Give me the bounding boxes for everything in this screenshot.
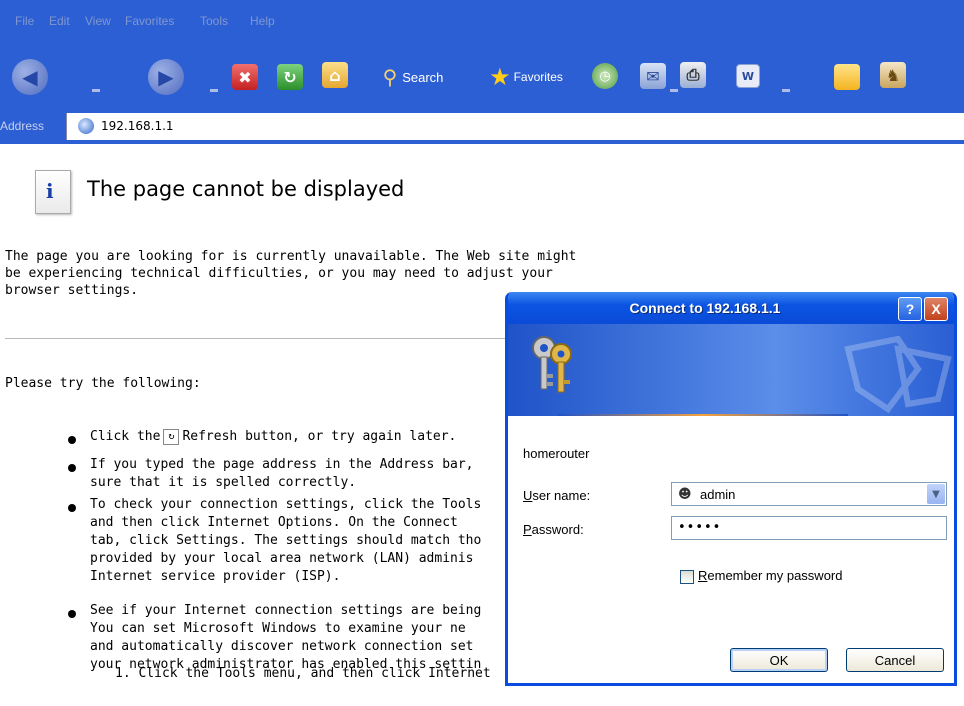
mail-icon: ✉: [646, 66, 660, 86]
refresh-icon: ↻: [283, 67, 297, 87]
ok-button[interactable]: OK: [730, 648, 828, 672]
password-field[interactable]: •••••: [671, 516, 947, 540]
help-button[interactable]: ?: [898, 297, 922, 321]
address-label: Address: [0, 119, 45, 133]
favorites-label: Favorites: [513, 70, 563, 84]
numbered-step: 1. Click the Tools menu, and then click …: [115, 666, 491, 681]
password-label-text: assword:: [531, 522, 584, 537]
search-label: Search: [402, 69, 444, 85]
bullet-text: tab, click Settings. The settings should…: [90, 533, 482, 548]
dialog-titlebar[interactable]: Connect to 192.168.1.1 ? X: [508, 292, 954, 324]
keys-icon: [532, 336, 572, 393]
mail-dropdown-icon[interactable]: [670, 89, 678, 92]
bullet-text: and automatically discover network conne…: [90, 639, 474, 654]
menu-edit[interactable]: Edit: [49, 14, 70, 28]
folder-button[interactable]: [834, 64, 860, 90]
word-edit-icon: W: [741, 69, 755, 83]
search-icon: ⚲: [382, 65, 398, 89]
password-value: •••••: [678, 520, 722, 535]
forward-button[interactable]: ▶: [148, 59, 184, 95]
address-bar: Address 192.168.1.1: [0, 110, 964, 144]
cancel-button[interactable]: Cancel: [846, 648, 944, 672]
messenger-icon: ♞: [885, 65, 901, 85]
menu-view[interactable]: View: [85, 14, 111, 28]
refresh-button[interactable]: ↻: [277, 64, 303, 90]
username-combobox[interactable]: ☻ admin ▼: [671, 482, 947, 506]
menu-help[interactable]: Help: [250, 14, 275, 28]
close-icon: X: [931, 301, 941, 317]
back-arrow-icon: ◀: [22, 65, 38, 89]
bullet-marker: [68, 464, 76, 472]
edit-button[interactable]: W: [736, 64, 760, 88]
help-icon: ?: [905, 301, 915, 317]
user-icon: ☻: [678, 487, 692, 502]
mail-button[interactable]: ✉: [640, 63, 666, 89]
info-icon: i: [35, 170, 71, 214]
bullet-text: To check your connection settings, click…: [90, 497, 482, 512]
home-button[interactable]: ⌂: [322, 62, 348, 88]
history-icon: ◷: [599, 68, 611, 84]
address-input[interactable]: 192.168.1.1: [66, 113, 964, 140]
stop-icon: ✖: [238, 67, 252, 87]
password-label: Password:: [523, 522, 584, 537]
edit-dropdown-icon[interactable]: [782, 89, 790, 92]
print-button[interactable]: ⎙: [680, 62, 706, 88]
banner-decoration: [844, 335, 952, 414]
toolbar: ◀ ▶ ✖ ↻ ⌂ ⚲ Search ★ Favorites ◷ ✉ ⎙ W ♞: [0, 44, 964, 110]
menu-tools[interactable]: Tools: [200, 14, 228, 28]
bullet-marker: [68, 504, 76, 512]
favorites-button[interactable]: ★ Favorites: [474, 62, 578, 92]
ie-page-icon: [78, 118, 94, 134]
bullet-text: and then click Internet Options. On the …: [90, 515, 458, 530]
remember-label-text: emember my password: [707, 568, 843, 583]
favorites-star-icon: ★: [489, 63, 511, 91]
bullet-text: See if your Internet connection settings…: [90, 603, 482, 618]
back-dropdown-icon[interactable]: [92, 89, 100, 92]
intro-text: The page you are looking for is currentl…: [5, 249, 577, 298]
divider: [5, 338, 550, 339]
bullet-marker: [68, 610, 76, 618]
print-icon: ⎙: [686, 65, 700, 84]
dialog-banner: [508, 324, 954, 416]
search-button[interactable]: ⚲ Search: [368, 62, 458, 92]
bullet-text: Click the: [90, 429, 161, 444]
bullet-text: Refresh button, or try again later.: [182, 429, 457, 444]
menu-bar: File Edit View Favorites Tools Help: [0, 0, 964, 44]
forward-arrow-icon: ▶: [158, 65, 174, 89]
bullet-marker: [68, 436, 76, 444]
bullet-text: provided by your local area network (LAN…: [90, 551, 474, 566]
home-icon: ⌂: [329, 65, 341, 85]
login-dialog: Connect to 192.168.1.1 ? X homerouter Us…: [505, 292, 957, 686]
bullet-text: You can set Microsoft Windows to examine…: [90, 621, 466, 636]
refresh-small-icon: ↻: [163, 428, 180, 445]
bullet-text: Internet service provider (ISP).: [90, 569, 341, 584]
try-heading: Please try the following:: [5, 376, 201, 391]
username-value: admin: [700, 487, 736, 502]
realm-text: homerouter: [523, 446, 590, 461]
menu-favorites[interactable]: Favorites: [125, 14, 174, 28]
forward-dropdown-icon[interactable]: [210, 89, 218, 92]
chevron-down-icon[interactable]: ▼: [927, 484, 945, 504]
dialog-title: Connect to 192.168.1.1: [629, 300, 781, 316]
username-label-text: ser name:: [532, 488, 591, 503]
messenger-button[interactable]: ♞: [880, 62, 906, 88]
username-label: User name:: [523, 488, 591, 503]
remember-checkbox[interactable]: [680, 570, 694, 584]
address-url: 192.168.1.1: [101, 119, 174, 133]
remember-label[interactable]: Remember my password: [698, 568, 843, 583]
back-button[interactable]: ◀: [12, 59, 48, 95]
page-title: The page cannot be displayed: [87, 177, 405, 201]
bullet-text: sure that it is spelled correctly.: [90, 475, 357, 490]
bullet-refresh: Click the ↻ Refresh button, or try again l…: [90, 428, 510, 446]
close-button[interactable]: X: [924, 297, 948, 321]
menu-file[interactable]: File: [15, 14, 34, 28]
bullet-text: If you typed the page address in the Add…: [90, 457, 474, 472]
stop-button[interactable]: ✖: [232, 64, 258, 90]
history-button[interactable]: ◷: [592, 63, 618, 89]
